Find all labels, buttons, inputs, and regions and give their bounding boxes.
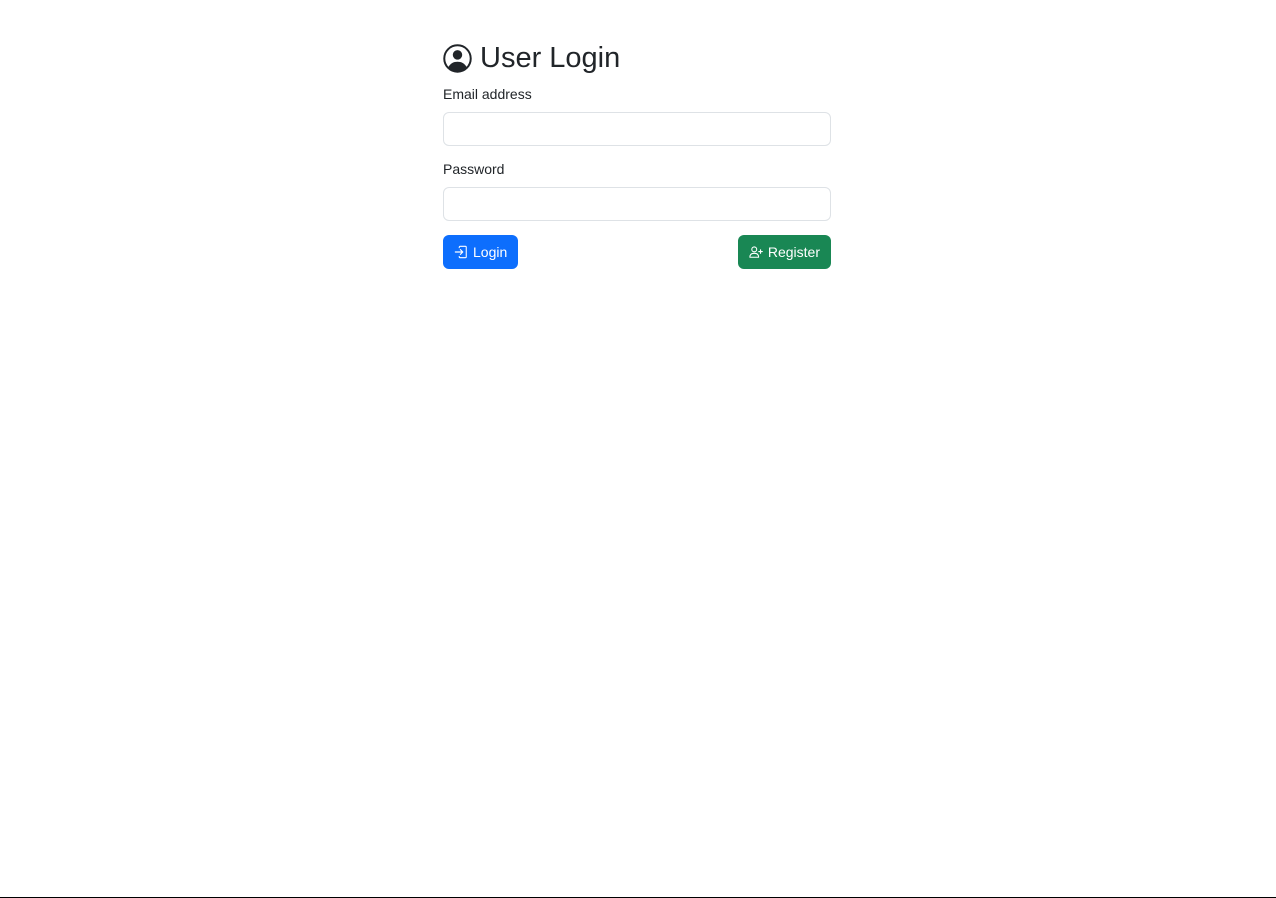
register-button-label: Register — [767, 244, 820, 260]
page-header: User Login — [443, 40, 831, 76]
box-arrow-in-right-icon — [454, 245, 468, 259]
password-label: Password — [443, 161, 505, 177]
page-title: User Login — [480, 42, 621, 74]
login-button-label: Login — [473, 244, 508, 260]
page: User Login Email address Password Login — [0, 0, 1276, 898]
password-field[interactable] — [443, 187, 831, 221]
login-form: User Login Email address Password Login — [443, 40, 831, 269]
person-circle-icon — [443, 43, 472, 73]
register-button[interactable]: Register — [737, 235, 831, 269]
button-row: Login Register — [443, 235, 831, 269]
login-button[interactable]: Login — [443, 235, 519, 269]
email-label: Email address — [443, 86, 532, 102]
person-plus-icon — [749, 245, 763, 259]
email-field[interactable] — [443, 112, 831, 146]
